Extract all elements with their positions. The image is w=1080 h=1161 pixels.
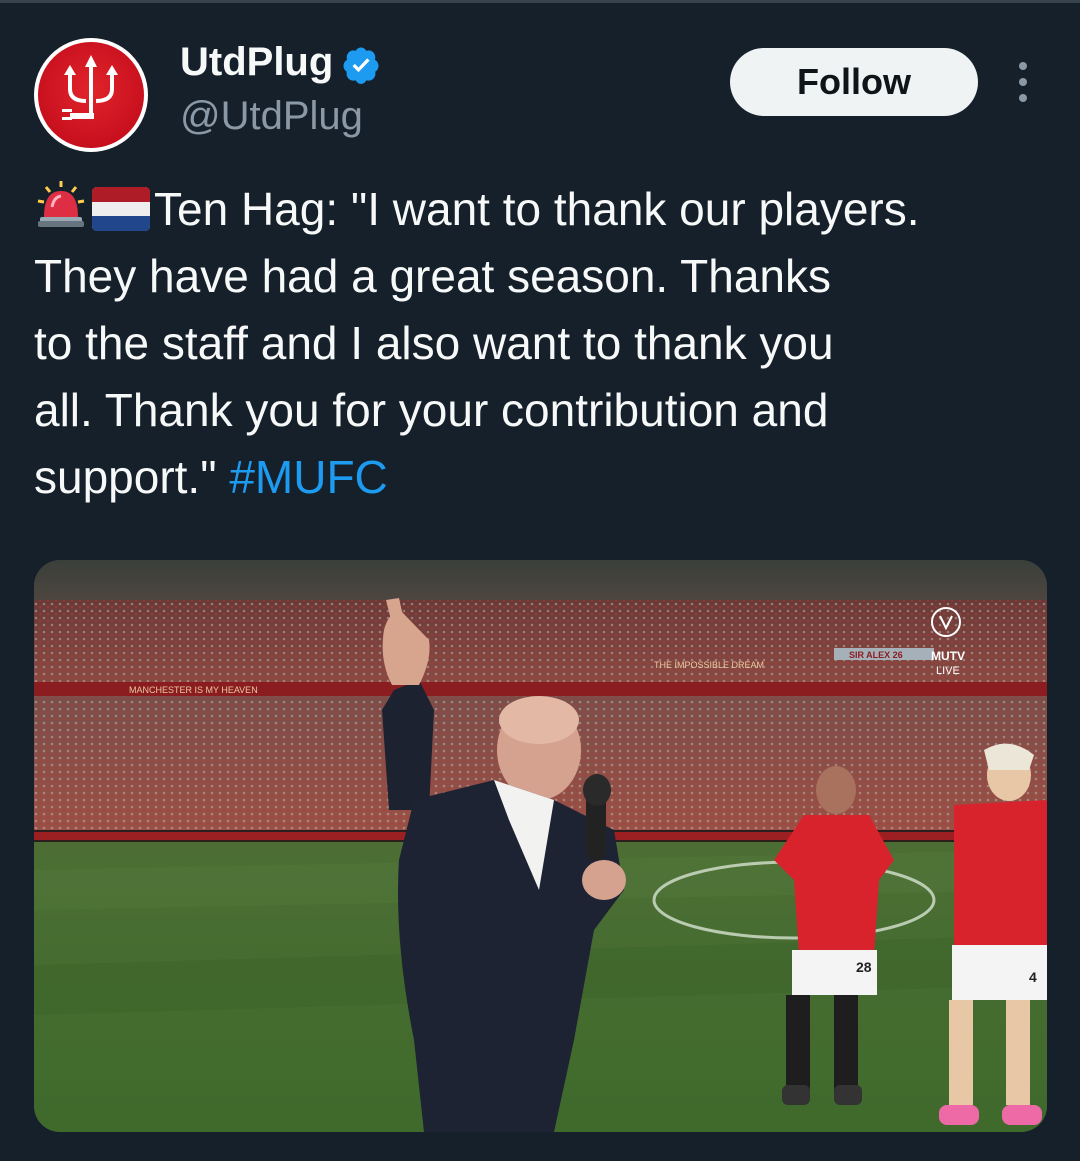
mutv-label: MUTV — [931, 649, 965, 663]
shirt-number-4: 4 — [1029, 969, 1037, 985]
author-display-name[interactable]: UtdPlug — [180, 40, 333, 85]
shirt-number-28: 28 — [856, 959, 872, 975]
banner-left-text: MANCHESTER IS MY HEAVEN — [129, 685, 258, 695]
stadium-photo: MANCHESTER IS MY HEAVEN THE IMPOSSIBLE D… — [34, 560, 1047, 1132]
avatar[interactable] — [34, 38, 148, 152]
tweet-body: Ten Hag: "I want to thank our players. T… — [34, 176, 1064, 511]
more-vertical-icon[interactable] — [1010, 62, 1036, 102]
hashtag-link[interactable]: #MUFC — [229, 451, 387, 503]
live-label: LIVE — [936, 665, 960, 677]
rotating-light-icon — [37, 181, 85, 227]
stand-banner-text: SIR ALEX 26 — [849, 650, 903, 660]
tweet-text-line-3: to the staff and I also want to thank yo… — [34, 317, 834, 369]
author-handle[interactable]: @UtdPlug — [180, 94, 363, 139]
tweet-media-image[interactable]: MANCHESTER IS MY HEAVEN THE IMPOSSIBLE D… — [34, 560, 1047, 1132]
follow-button[interactable]: Follow — [730, 48, 978, 116]
netherlands-flag-icon — [92, 187, 150, 231]
verified-badge-icon — [343, 47, 379, 84]
tweet-text-line-2: They have had a great season. Thanks — [34, 250, 832, 302]
tweet-line-1: Ten Hag: "I want to thank our players. — [34, 176, 1064, 243]
author-name-row[interactable]: UtdPlug — [180, 40, 381, 85]
tweet-text-line-5: support." #MUFC — [34, 444, 1064, 511]
tweet-card[interactable]: UtdPlug @UtdPlug Follow Ten Hag: "I want… — [0, 0, 1080, 1161]
trident-icon — [62, 55, 118, 120]
banner-mid-text: THE IMPOSSIBLE DREAM — [654, 660, 764, 670]
tweet-text-line-5-text: support." — [34, 451, 217, 503]
tweet-text-line-4: all. Thank you for your contribution and — [34, 384, 829, 436]
tweet-text-line-1: Ten Hag: "I want to thank our players. — [154, 183, 920, 235]
